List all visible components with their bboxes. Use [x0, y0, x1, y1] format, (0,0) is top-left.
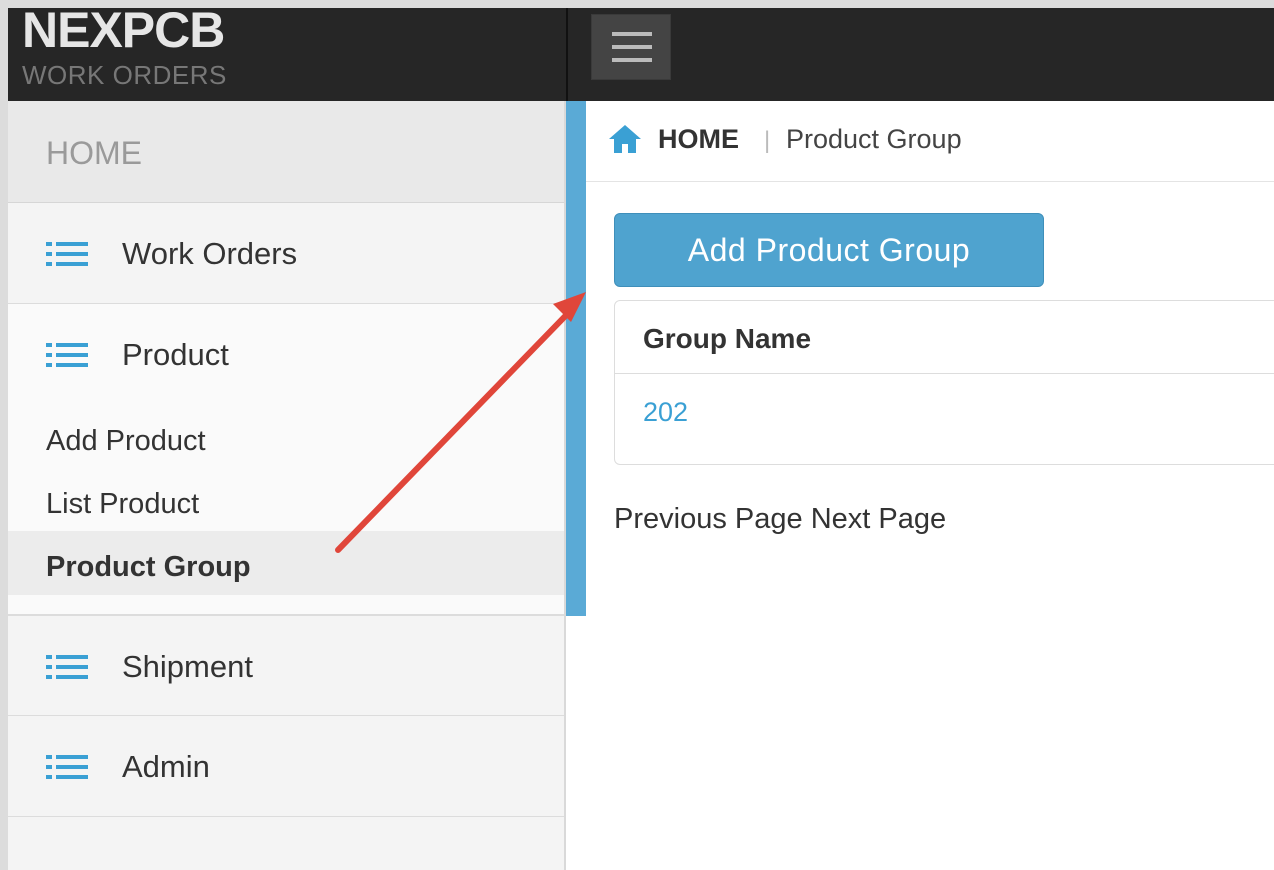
- list-icon: [46, 755, 88, 779]
- add-product-group-button[interactable]: Add Product Group: [614, 213, 1044, 287]
- app-window: NEXPCB WORK ORDERS HOME Work Orders Prod…: [8, 8, 1274, 870]
- breadcrumb-separator: |: [764, 127, 771, 154]
- sidebar: HOME Work Orders Product Add Product Lis…: [8, 101, 566, 870]
- breadcrumb-home[interactable]: HOME: [658, 124, 739, 155]
- previous-page-link[interactable]: Previous Page: [614, 503, 803, 535]
- table-divider: [615, 373, 1274, 374]
- sidebar-item-label: Admin: [122, 749, 210, 784]
- column-header-group-name: Group Name: [643, 323, 812, 354]
- home-icon[interactable]: [608, 123, 642, 155]
- sidebar-home-label: HOME: [46, 135, 142, 171]
- table-row-link[interactable]: 202: [643, 397, 688, 428]
- list-icon: [46, 343, 88, 367]
- breadcrumb: HOME | Product Group: [586, 101, 1274, 182]
- sidebar-item-admin[interactable]: Admin: [8, 716, 564, 817]
- sidebar-home[interactable]: HOME: [8, 101, 564, 203]
- sidebar-item-label: Work Orders: [122, 236, 298, 271]
- next-page-link[interactable]: Next Page: [811, 503, 946, 535]
- pagination: Previous Page Next Page: [614, 503, 946, 536]
- list-icon: [46, 655, 88, 679]
- submenu-list-product[interactable]: List Product: [46, 488, 199, 521]
- brand-subtitle: WORK ORDERS: [22, 60, 227, 90]
- submenu-product-group[interactable]: Product Group: [46, 551, 251, 584]
- submenu-add-product[interactable]: Add Product: [46, 425, 206, 458]
- sidebar-item-label: Shipment: [122, 649, 253, 684]
- brand-logo[interactable]: NEXPCB WORK ORDERS: [8, 8, 568, 101]
- sidebar-item-work-orders[interactable]: Work Orders: [8, 203, 564, 304]
- sidebar-item-shipment[interactable]: Shipment: [8, 615, 564, 716]
- brand-name: NEXPCB: [22, 8, 225, 58]
- top-navbar: NEXPCB WORK ORDERS: [8, 8, 1274, 101]
- hamburger-icon[interactable]: [591, 14, 671, 80]
- main-content: HOME | Product Group Add Product Group G…: [586, 101, 1274, 870]
- list-icon: [46, 242, 88, 266]
- product-group-table: Group Name 202: [614, 300, 1274, 465]
- breadcrumb-current: Product Group: [786, 124, 962, 154]
- sidebar-item-label: Product: [122, 337, 229, 372]
- sidebar-scrollbar[interactable]: [566, 101, 586, 616]
